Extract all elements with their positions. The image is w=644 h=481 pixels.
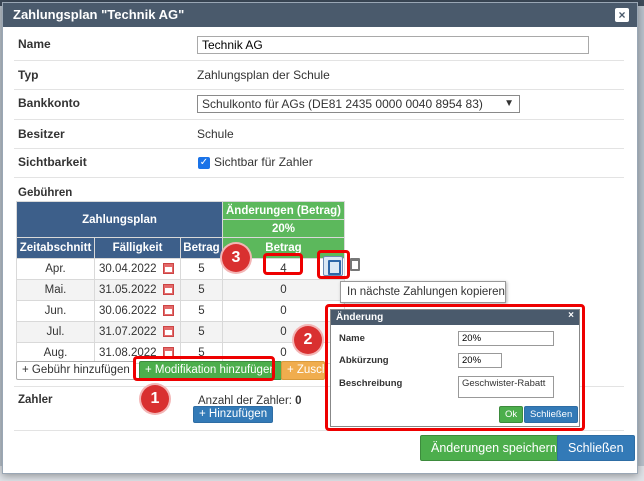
table-row: Mai. 31.05.2022 5 0 [16, 279, 345, 301]
due-cell[interactable]: 31.05.2022 [94, 279, 181, 301]
name-input[interactable] [197, 36, 589, 54]
close-icon[interactable]: × [615, 8, 629, 22]
type-label: Typ [18, 68, 39, 82]
amount-cell: 5 [180, 300, 223, 322]
fees-group-header: Zahlungsplan [16, 201, 223, 238]
column-header: Fälligkeit [94, 237, 181, 259]
period-cell: Jun. [16, 300, 95, 322]
column-header: Betrag [180, 237, 223, 259]
fees-label: Gebühren [18, 187, 73, 199]
chevron-down-icon: ▼ [504, 98, 514, 109]
owner-label: Besitzer [18, 127, 65, 141]
divider [14, 119, 624, 120]
change-cell[interactable]: 0 [222, 279, 345, 301]
dialog-title: Zahlungsplan "Technik AG" [3, 3, 637, 27]
changes-header: Änderungen (Betrag) [222, 201, 345, 220]
name-label: Name [18, 37, 51, 51]
period-cell: Apr. [16, 258, 95, 280]
calendar-icon[interactable] [162, 284, 174, 296]
amount-cell: 5 [180, 258, 223, 280]
close-button[interactable]: Schließen [557, 435, 635, 461]
marker-1: 1 [141, 385, 169, 413]
visibility-value: Sichtbar für Zahler [214, 155, 313, 169]
add-fee-button[interactable]: + Gebühr hinzufügen [16, 361, 136, 380]
payers-label: Zahler [18, 394, 53, 406]
column-header: Zeitabschnitt [16, 237, 95, 259]
visibility-checkbox[interactable]: ✓ [198, 157, 210, 169]
divider [14, 148, 624, 149]
highlight-copy-icon [317, 250, 350, 279]
divider [14, 89, 624, 90]
tooltip: In nächste Zahlungen kopieren [340, 281, 506, 303]
due-cell[interactable]: 30.04.2022 [94, 258, 181, 280]
trash-icon[interactable] [350, 258, 360, 271]
period-cell: Mai. [16, 279, 95, 301]
add-surcharge-button[interactable]: + Zusch [281, 361, 325, 380]
amount-cell: 5 [180, 321, 223, 343]
amount-cell: 5 [180, 279, 223, 301]
due-cell[interactable]: 30.06.2022 [94, 300, 181, 322]
bank-account-select[interactable]: Schulkonto für AGs (DE81 2435 0000 0040 … [197, 95, 520, 113]
highlight-popup [325, 304, 585, 431]
table-row: Jun. 30.06.2022 5 0 [16, 300, 345, 322]
divider [14, 60, 624, 61]
marker-2: 2 [294, 326, 322, 354]
bank-label: Bankkonto [18, 96, 81, 110]
highlight-change-cell [263, 253, 303, 275]
save-button[interactable]: Änderungen speichern [420, 435, 568, 461]
owner-value: Schule [197, 127, 234, 141]
due-cell[interactable]: 31.07.2022 [94, 321, 181, 343]
calendar-icon[interactable] [162, 326, 174, 338]
marker-3: 3 [222, 244, 250, 272]
add-payer-button[interactable]: + Hinzufügen [193, 406, 274, 423]
divider [14, 177, 624, 178]
changes-percent: 20% [222, 219, 345, 238]
calendar-icon[interactable] [162, 305, 174, 317]
calendar-icon[interactable] [162, 263, 174, 275]
highlight-add-modification [133, 356, 275, 381]
visibility-label: Sichtbarkeit [18, 155, 87, 169]
period-cell: Jul. [16, 321, 95, 343]
type-value: Zahlungsplan der Schule [197, 68, 330, 82]
